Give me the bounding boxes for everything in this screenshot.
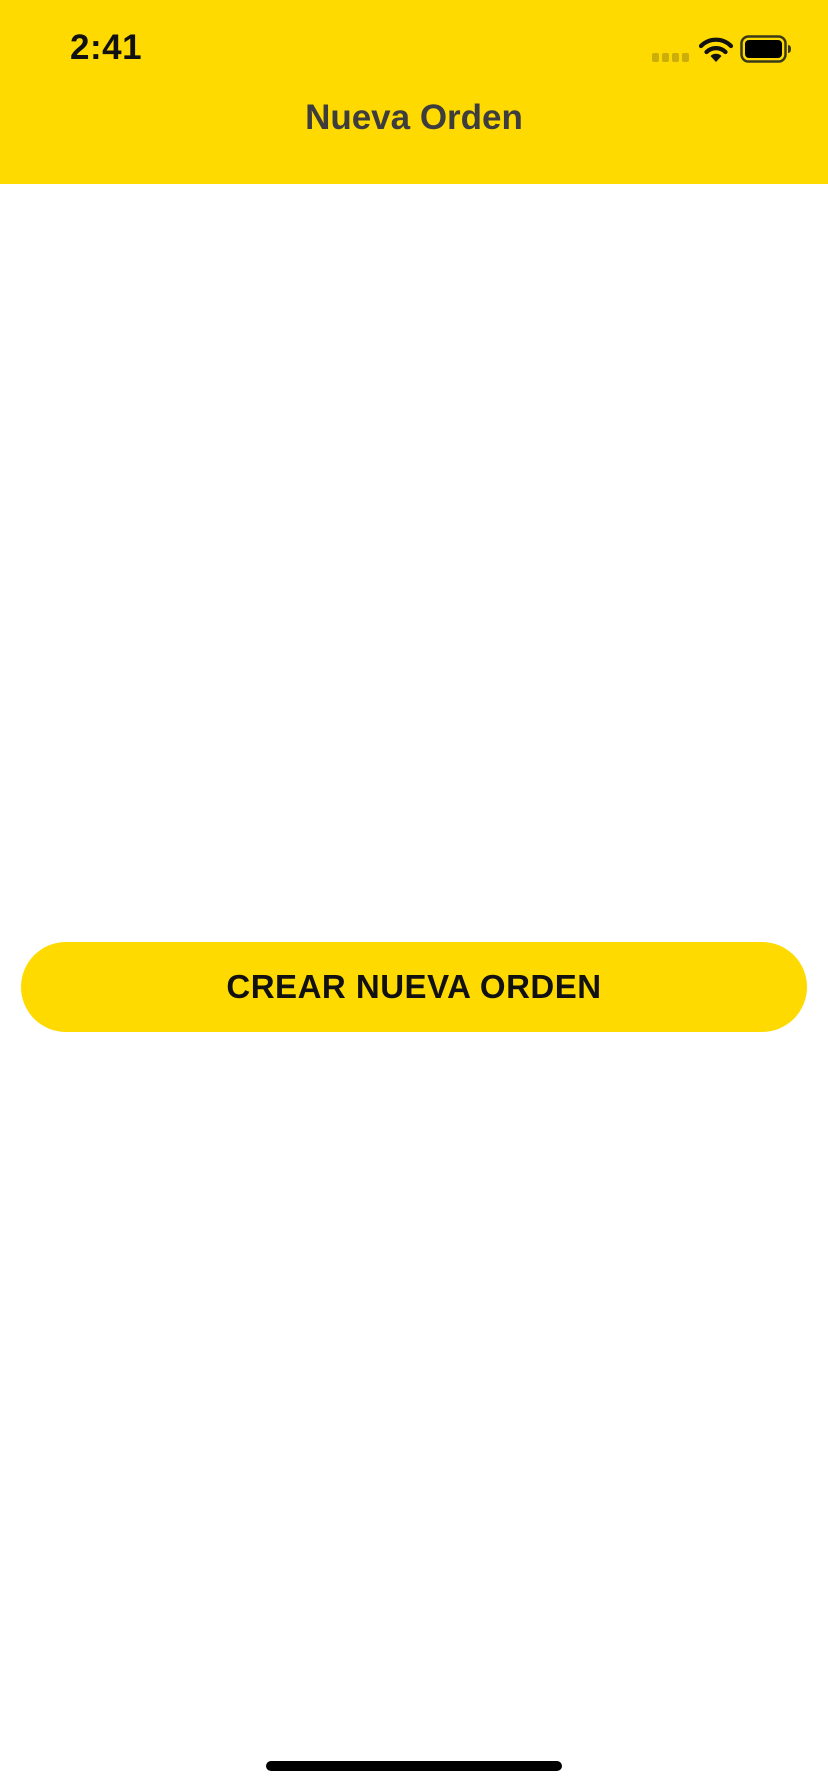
status-time: 2:41 (70, 28, 143, 67)
wifi-icon (698, 37, 734, 62)
home-indicator[interactable] (266, 1761, 562, 1771)
battery-icon (740, 35, 791, 63)
header: 2:41 Nueva Orden (0, 0, 828, 184)
create-new-order-button[interactable]: CREAR NUEVA ORDEN (21, 942, 807, 1032)
screen: 2:41 Nueva Orden CREAR NUEVA ORDEN (0, 0, 828, 1792)
cellular-signal-icon (652, 53, 690, 62)
page-title: Nueva Orden (305, 98, 523, 137)
